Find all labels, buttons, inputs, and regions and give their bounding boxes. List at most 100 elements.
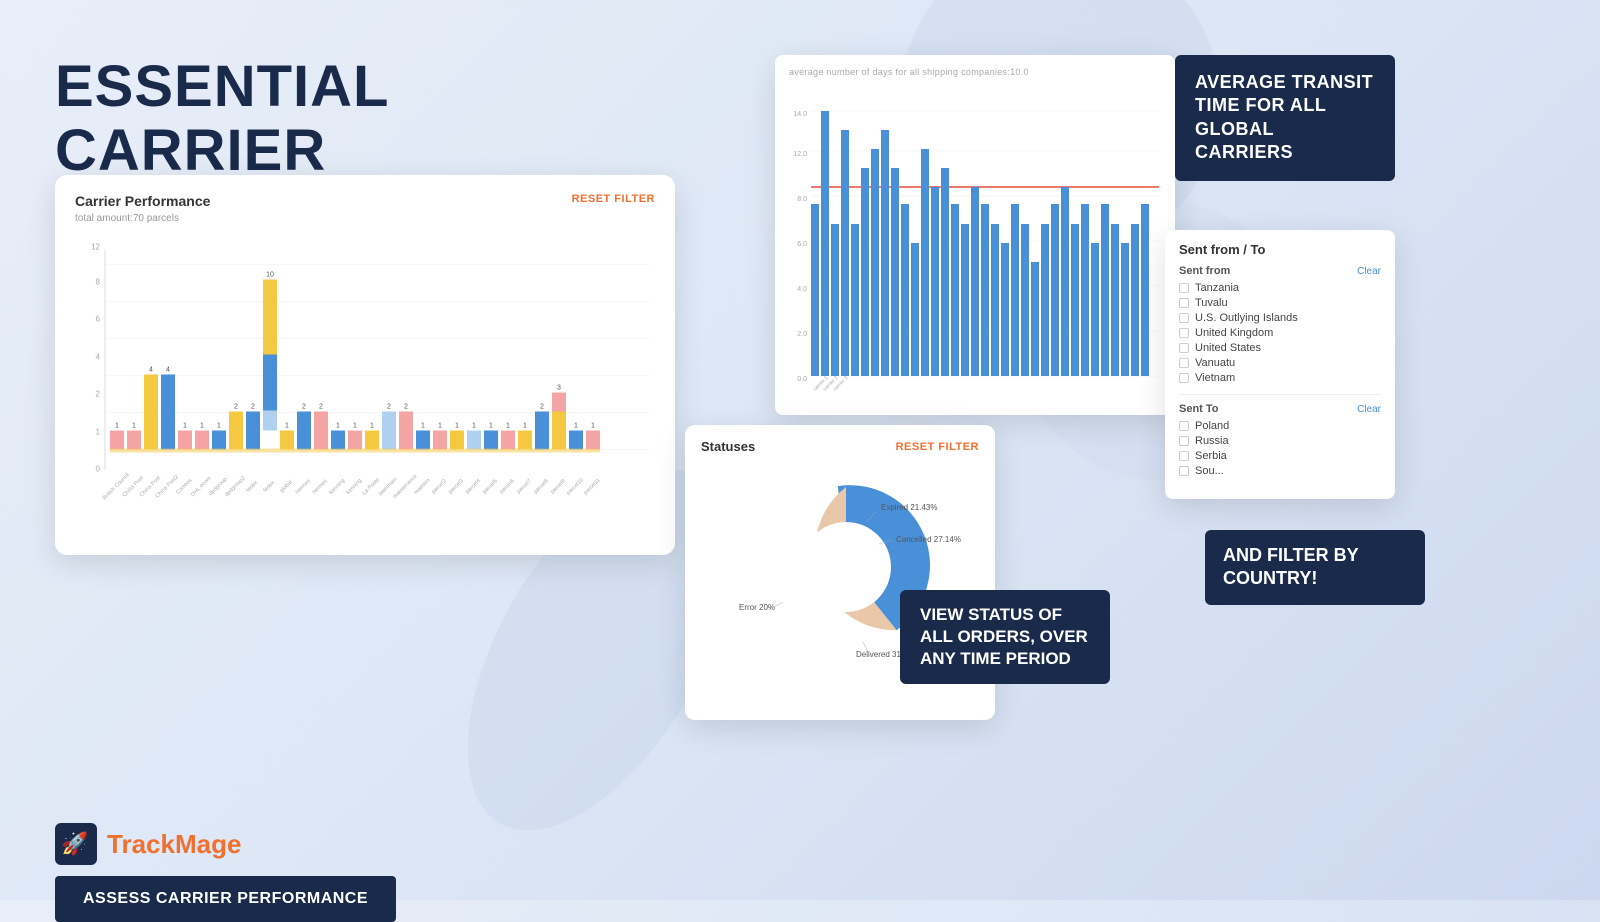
status-reset-filter[interactable]: RESET FILTER	[896, 441, 979, 453]
filter-item-serbia[interactable]: Serbia	[1179, 450, 1381, 462]
svg-text:parcel8: parcel8	[533, 478, 550, 495]
checkbox-vanuatu[interactable]	[1179, 358, 1189, 368]
svg-text:Expired 21.43%: Expired 21.43%	[881, 503, 937, 512]
svg-text:fedex: fedex	[262, 480, 276, 494]
sent-from-group: Sent from Clear Tanzania Tuvalu U.S. Out…	[1179, 265, 1381, 384]
svg-text:1: 1	[455, 423, 459, 430]
sent-to-clear[interactable]: Clear	[1357, 404, 1381, 415]
filter-label-vietnam: Vietnam	[1195, 372, 1235, 384]
svg-text:1: 1	[421, 423, 425, 430]
checkbox-tuvalu[interactable]	[1179, 298, 1189, 308]
assess-carrier-btn[interactable]: ASSESS CARRIER PERFORMANCE	[55, 876, 396, 922]
svg-text:2: 2	[302, 404, 306, 411]
svg-text:4.0: 4.0	[797, 286, 807, 293]
trackmage-logo-icon: 🚀	[55, 823, 97, 865]
filter-label-serbia: Serbia	[1195, 450, 1227, 462]
svg-text:hermes: hermes	[295, 478, 312, 495]
svg-text:10: 10	[266, 272, 274, 279]
filter-label-russia: Russia	[1195, 435, 1229, 447]
svg-text:1: 1	[438, 423, 442, 430]
svg-text:4: 4	[96, 353, 101, 362]
svg-text:parcel3: parcel3	[448, 478, 465, 495]
filter-item-russia[interactable]: Russia	[1179, 435, 1381, 447]
filter-item-tuvalu[interactable]: Tuvalu	[1179, 297, 1381, 309]
filter-item-tanzania[interactable]: Tanzania	[1179, 282, 1381, 294]
carrier-chart-svg: 0 1 2 4 6 8 12 1 British Council 1 China…	[75, 232, 655, 512]
carrier-reset-filter[interactable]: RESET FILTER	[572, 193, 655, 205]
transit-time-label: AVERAGE TRANSIT TIME FOR ALL GLOBAL CARR…	[1175, 55, 1395, 181]
svg-text:Cancelled 27.14%: Cancelled 27.14%	[896, 535, 961, 544]
svg-text:parcel11: parcel11	[583, 477, 602, 496]
carrier-card-title: Carrier Performance	[75, 193, 210, 209]
checkbox-uk[interactable]	[1179, 328, 1189, 338]
logo-track: Track	[107, 829, 175, 859]
svg-text:2: 2	[234, 404, 238, 411]
svg-text:kenning: kenning	[328, 478, 346, 496]
svg-text:1: 1	[472, 423, 476, 430]
svg-text:parcel7: parcel7	[516, 478, 533, 495]
svg-text:🚀: 🚀	[61, 831, 88, 856]
checkbox-us-outlying[interactable]	[1179, 313, 1189, 323]
svg-text:1: 1	[591, 423, 595, 430]
filter-section-title: Sent from / To	[1179, 242, 1381, 257]
filter-label-sou: Sou...	[1195, 465, 1224, 477]
svg-text:8.0: 8.0	[797, 196, 807, 203]
svg-text:14.0: 14.0	[793, 111, 807, 118]
logo-text: TrackMage	[107, 829, 241, 860]
checkbox-russia[interactable]	[1179, 436, 1189, 446]
filter-item-sou[interactable]: Sou...	[1179, 465, 1381, 477]
filter-item-us[interactable]: United States	[1179, 342, 1381, 354]
checkbox-us[interactable]	[1179, 343, 1189, 353]
svg-text:4: 4	[149, 367, 153, 374]
filter-divider	[1179, 394, 1381, 395]
svg-text:6: 6	[96, 315, 101, 324]
svg-text:1: 1	[132, 423, 136, 430]
filter-item-uk[interactable]: United Kingdom	[1179, 327, 1381, 339]
checkbox-poland[interactable]	[1179, 421, 1189, 431]
svg-text:3: 3	[557, 385, 561, 392]
svg-text:1: 1	[200, 423, 204, 430]
svg-text:global: global	[279, 479, 294, 494]
sent-to-group: Sent To Clear Poland Russia Serbia Sou..…	[1179, 403, 1381, 477]
filter-label-tuvalu: Tuvalu	[1195, 297, 1228, 309]
svg-text:dpdgroup2: dpdgroup2	[224, 475, 247, 498]
svg-text:0.0: 0.0	[797, 376, 807, 383]
transit-subtitle: average number of days for all shipping …	[789, 67, 1161, 77]
svg-text:12: 12	[91, 243, 100, 252]
svg-text:6.0: 6.0	[797, 241, 807, 248]
filter-country-label: AND FILTER BY COUNTRY!	[1205, 530, 1425, 605]
filter-label-us: United States	[1195, 342, 1261, 354]
sent-from-clear[interactable]: Clear	[1357, 266, 1381, 277]
filter-item-us-outlying[interactable]: U.S. Outlying Islands	[1179, 312, 1381, 324]
svg-text:1: 1	[506, 423, 510, 430]
svg-text:1: 1	[489, 423, 493, 430]
status-card-title: Statuses	[701, 439, 755, 454]
svg-text:parcel10: parcel10	[566, 477, 585, 496]
svg-text:2: 2	[319, 404, 323, 411]
carrier-bar-chart: 0 1 2 4 6 8 12 1 British Council 1 China…	[75, 232, 655, 512]
transit-time-card: average number of days for all shipping …	[775, 55, 1175, 415]
filter-item-poland[interactable]: Poland	[1179, 420, 1381, 432]
svg-text:0: 0	[96, 465, 101, 474]
filter-item-vanuatu[interactable]: Vanuatu	[1179, 357, 1381, 369]
view-status-label: VIEW STATUS OF ALL ORDERS, OVER ANY TIME…	[900, 590, 1110, 684]
carrier-card-subtitle: total amount:70 parcels	[75, 213, 655, 224]
checkbox-vietnam[interactable]	[1179, 373, 1189, 383]
logo-area: 🚀 TrackMage	[55, 823, 241, 865]
carrier-performance-card: Carrier Performance RESET FILTER total a…	[55, 175, 675, 555]
svg-text:1: 1	[183, 423, 187, 430]
svg-text:2: 2	[404, 404, 408, 411]
svg-text:12.0: 12.0	[793, 151, 807, 158]
checkbox-tanzania[interactable]	[1179, 283, 1189, 293]
svg-text:2: 2	[387, 404, 391, 411]
filter-panel: Sent from / To Sent from Clear Tanzania …	[1165, 230, 1395, 499]
svg-text:kenning: kenning	[345, 478, 363, 496]
checkbox-sou[interactable]	[1179, 466, 1189, 476]
svg-text:8: 8	[96, 278, 101, 287]
svg-text:parcel6: parcel6	[499, 478, 516, 495]
checkbox-serbia[interactable]	[1179, 451, 1189, 461]
svg-text:parcel5: parcel5	[482, 478, 499, 495]
svg-text:4: 4	[166, 367, 170, 374]
filter-label-vanuatu: Vanuatu	[1195, 357, 1235, 369]
filter-item-vietnam[interactable]: Vietnam	[1179, 372, 1381, 384]
